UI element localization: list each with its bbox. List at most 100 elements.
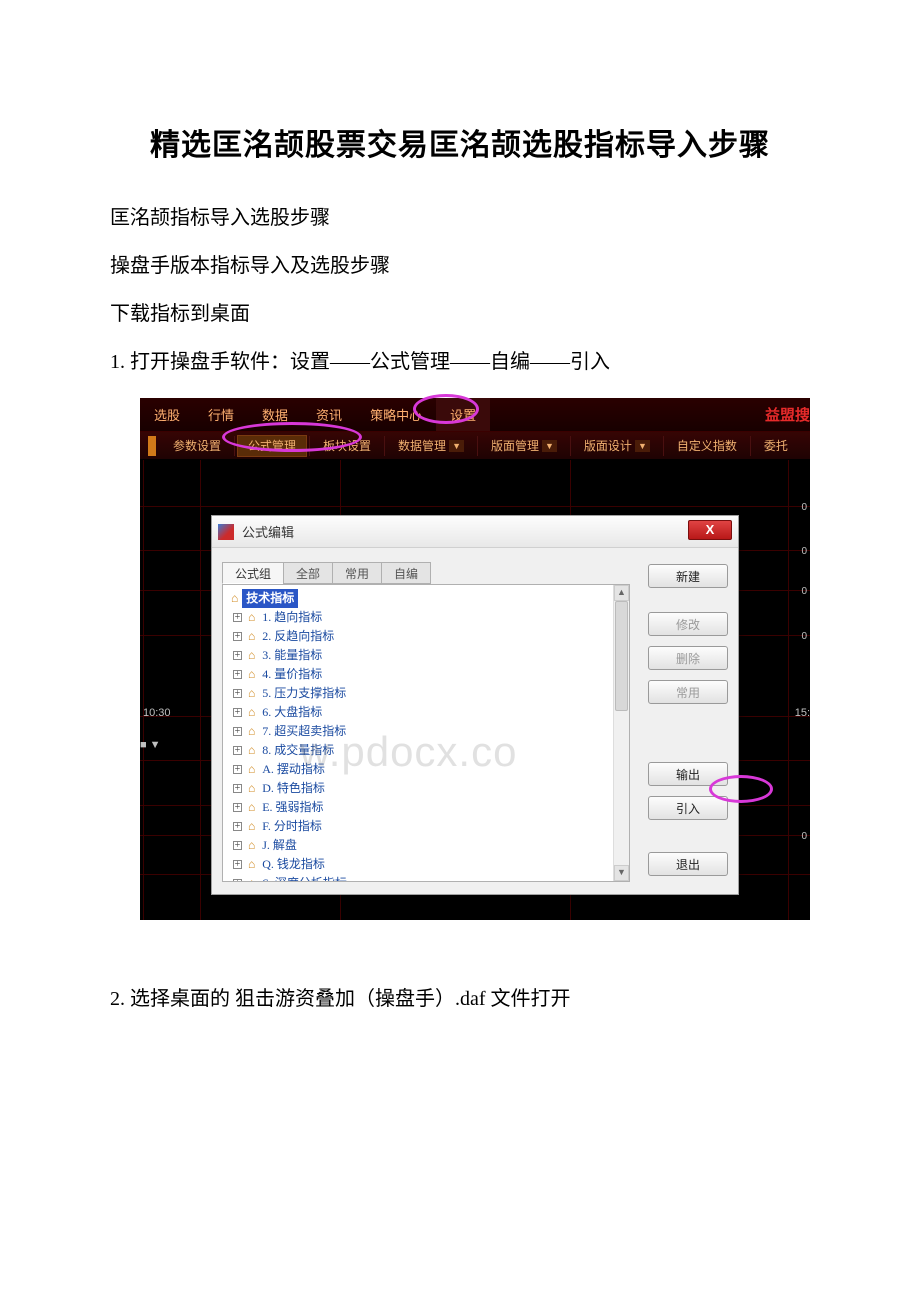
time-left-label: 10:30: [143, 707, 171, 719]
folder-icon: ⌂: [248, 722, 255, 741]
axis-tick: 0: [801, 546, 807, 557]
tree-item[interactable]: +⌂ 1. 趋向指标: [225, 608, 627, 627]
indicator-tree[interactable]: ⌂ 技术指标 +⌂ 1. 趋向指标 +⌂ 2. 反趋向指标 +⌂ 3. 能量指标…: [223, 585, 629, 882]
scroll-thumb[interactable]: [615, 601, 628, 711]
tab-news[interactable]: 资讯: [302, 398, 356, 431]
document-title: 精选匡洺颉股票交易匡洺颉选股指标导入步骤: [70, 120, 850, 164]
expand-icon[interactable]: +: [233, 879, 242, 882]
expand-icon[interactable]: +: [233, 803, 242, 812]
tree-item[interactable]: +⌂ 5. 压力支撑指标: [225, 684, 627, 703]
scroll-up-icon[interactable]: ▲: [614, 585, 629, 601]
expand-icon[interactable]: +: [233, 765, 242, 774]
subnav-block-settings[interactable]: 板块设置: [312, 435, 382, 457]
tab-settings[interactable]: 设置: [436, 398, 490, 431]
brand-label: 益盟搜: [765, 404, 810, 425]
tab-custom[interactable]: 自编: [381, 562, 431, 584]
modify-button[interactable]: 修改: [648, 612, 728, 636]
exit-button[interactable]: 退出: [648, 852, 728, 876]
tree-label: 2. 反趋向指标: [262, 627, 334, 646]
step-2: 2. 选择桌面的 狙击游资叠加（操盘手）.daf 文件打开: [70, 975, 850, 1023]
chevron-down-icon: ▼: [635, 440, 650, 452]
folder-icon: ⌂: [248, 741, 255, 760]
app-icon: [218, 524, 234, 540]
expand-icon[interactable]: +: [233, 746, 242, 755]
tab-formula-group[interactable]: 公式组: [222, 562, 284, 584]
tree-item[interactable]: + ⌂ 8. 成交量指标: [225, 741, 627, 760]
expand-icon[interactable]: +: [233, 822, 242, 831]
expand-icon[interactable]: +: [233, 841, 242, 850]
formula-editor-dialog: 公式编辑 X 公式组 全部 常用 自编 w.pdocx.co ⌂: [211, 515, 739, 895]
expand-icon[interactable]: +: [233, 613, 242, 622]
handle-icon: ■: [140, 739, 147, 751]
folder-icon: ⌂: [248, 608, 255, 627]
tree-scrollbar[interactable]: ▲ ▼: [613, 585, 629, 881]
tree-label: J. 解盘: [262, 836, 297, 855]
tree-label: 7. 超买超卖指标: [262, 722, 346, 741]
tab-strategy[interactable]: 策略中心: [356, 398, 436, 431]
tree-label: D. 特色指标: [262, 779, 325, 798]
chevron-down-icon: ▼: [150, 739, 161, 751]
close-button[interactable]: X: [688, 520, 732, 540]
tree-item[interactable]: +⌂ F. 分时指标: [225, 817, 627, 836]
tree-item[interactable]: +⌂ J. 解盘: [225, 836, 627, 855]
tab-stock-select[interactable]: 选股: [140, 398, 194, 431]
tree-item[interactable]: +⌂ Q. 钱龙指标: [225, 855, 627, 874]
dialog-titlebar[interactable]: 公式编辑 X: [212, 516, 738, 548]
divider: [309, 436, 310, 456]
tree-label: 3. 能量指标: [262, 646, 322, 665]
expand-icon[interactable]: +: [233, 727, 242, 736]
tree-item[interactable]: +⌂ S. 深度分析指标: [225, 874, 627, 882]
tab-all[interactable]: 全部: [283, 562, 333, 584]
expand-icon[interactable]: +: [233, 784, 242, 793]
tree-item[interactable]: +⌂ A. 摆动指标: [225, 760, 627, 779]
new-button[interactable]: 新建: [648, 564, 728, 588]
expand-icon[interactable]: +: [233, 670, 242, 679]
chevron-down-icon: ▼: [542, 440, 557, 452]
pane-handle[interactable]: ■ ▼: [140, 739, 161, 751]
delete-button[interactable]: 删除: [648, 646, 728, 670]
tree-label: 8. 成交量指标: [262, 741, 334, 760]
tree-label: Q. 钱龙指标: [262, 855, 325, 874]
expand-icon[interactable]: +: [233, 651, 242, 660]
tree-item[interactable]: + ⌂ 2. 反趋向指标: [225, 627, 627, 646]
subnav-formula-mgmt[interactable]: 公式管理: [237, 435, 307, 457]
subnav-data-mgmt[interactable]: 数据管理 ▼: [387, 435, 475, 457]
subnav-layout-mgmt[interactable]: 版面管理 ▼: [480, 435, 568, 457]
subnav-handle-icon: [148, 436, 156, 456]
expand-icon[interactable]: +: [233, 708, 242, 717]
tree-root[interactable]: ⌂ 技术指标: [225, 589, 627, 608]
expand-icon[interactable]: +: [233, 860, 242, 869]
tree-item[interactable]: +⌂ 6. 大盘指标: [225, 703, 627, 722]
import-button[interactable]: 引入: [648, 796, 728, 820]
expand-icon[interactable]: +: [233, 632, 242, 641]
axis-tick: 0: [801, 631, 807, 642]
tree-item[interactable]: +⌂ 4. 量价指标: [225, 665, 627, 684]
tree-label: F. 分时指标: [262, 817, 322, 836]
step-1: 1. 打开操盘手软件：设置——公式管理——自编——引入: [70, 338, 850, 386]
settings-subnav: 参数设置 公式管理 板块设置 数据管理 ▼ 版面管理 ▼ 版面设计 ▼ 自定义指…: [140, 432, 810, 460]
expand-icon[interactable]: +: [233, 689, 242, 698]
tree-label: 6. 大盘指标: [262, 703, 322, 722]
subnav-layout-design[interactable]: 版面设计 ▼: [573, 435, 661, 457]
formula-tabs: 公式组 全部 常用 自编: [222, 562, 630, 584]
subnav-label: 数据管理: [398, 437, 446, 454]
tab-quotes[interactable]: 行情: [194, 398, 248, 431]
tree-item[interactable]: +⌂ 3. 能量指标: [225, 646, 627, 665]
tree-item[interactable]: +⌂ E. 强弱指标: [225, 798, 627, 817]
subnav-delegate[interactable]: 委托: [753, 435, 799, 457]
folder-icon: ⌂: [231, 589, 238, 608]
folder-icon: ⌂: [248, 627, 255, 646]
tab-common[interactable]: 常用: [332, 562, 382, 584]
subnav-custom-index[interactable]: 自定义指数: [666, 435, 748, 457]
tree-item[interactable]: + ⌂ 7. 超买超卖指标: [225, 722, 627, 741]
subnav-params[interactable]: 参数设置: [162, 435, 232, 457]
tab-data[interactable]: 数据: [248, 398, 302, 431]
tree-item[interactable]: +⌂ D. 特色指标: [225, 779, 627, 798]
scroll-down-icon[interactable]: ▼: [614, 865, 629, 881]
common-button[interactable]: 常用: [648, 680, 728, 704]
tree-label: 4. 量价指标: [262, 665, 322, 684]
export-button[interactable]: 输出: [648, 762, 728, 786]
folder-icon: ⌂: [248, 684, 255, 703]
tree-label: S. 深度分析指标: [262, 874, 347, 882]
divider: [750, 436, 751, 456]
